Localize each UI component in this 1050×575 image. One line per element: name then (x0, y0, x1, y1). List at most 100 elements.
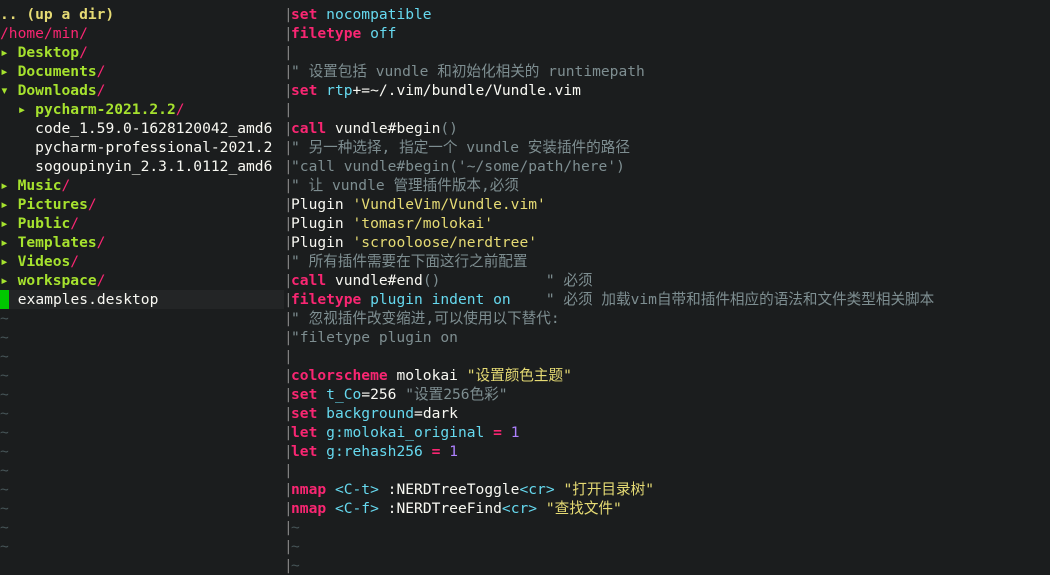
empty-line-marker: ~ (291, 538, 300, 555)
tree-row[interactable]: sogoupinyin_2.3.1.0112_amd6 (0, 157, 284, 176)
tree-row[interactable]: .. (up a dir) (0, 5, 284, 24)
tree-row[interactable]: /home/min/ (0, 24, 284, 43)
directory-slash: / (87, 196, 97, 213)
directory-name[interactable]: pycharm-2021.2.2 (35, 101, 176, 118)
code-line[interactable]: let g:rehash256 = 1 (291, 442, 1050, 461)
separator-char: | (284, 481, 293, 498)
directory-name[interactable]: Desktop (18, 44, 80, 61)
code-line[interactable]: Plugin 'tomasr/molokai' (291, 214, 1050, 233)
tree-row[interactable]: ▸ Public/ (0, 214, 284, 233)
code-line[interactable] (291, 347, 1050, 366)
code-text: Plugin (291, 215, 353, 232)
window-separator[interactable]: | | | | | | | | | | | | | | | | | | | | | | | | | | | | | | (284, 5, 293, 574)
collapsed-arrow-icon[interactable]: ▸ (0, 253, 18, 270)
code-line[interactable]: filetype off (291, 24, 1050, 43)
up-dir-link[interactable]: .. (up a dir) (0, 6, 114, 23)
tree-row[interactable]: ▸ Pictures/ (0, 195, 284, 214)
code-line[interactable] (291, 100, 1050, 119)
code-line[interactable] (291, 43, 1050, 62)
tree-row[interactable]: ▸ Documents/ (0, 62, 284, 81)
directory-name[interactable]: Documents (18, 63, 97, 80)
tree-row[interactable]: code_1.59.0-1628120042_amd6 (0, 119, 284, 138)
nerdtree-panel[interactable]: .. (up a dir)/home/min/▸ Desktop/▸ Docum… (0, 5, 284, 568)
code-line[interactable]: set background=dark (291, 404, 1050, 423)
code-line[interactable]: "filetype plugin on (291, 328, 1050, 347)
keyword: filetype (291, 291, 362, 308)
code-line[interactable]: set rtp+=~/.vim/bundle/Vundle.vim (291, 81, 1050, 100)
empty-line-marker: ~ (0, 328, 284, 347)
code-line[interactable]: filetype plugin indent on " 必须 加载vim自带和插… (291, 290, 1050, 309)
option: g:rehash256 (326, 443, 423, 460)
file-name[interactable]: sogoupinyin_2.3.1.0112_amd6 (35, 158, 272, 175)
separator-char: | (284, 272, 293, 289)
collapsed-arrow-icon[interactable]: ▸ (0, 63, 18, 80)
directory-name[interactable]: Music (18, 177, 62, 194)
key-notation: <cr> (519, 481, 555, 498)
code-line[interactable]: Plugin 'scrooloose/nerdtree' (291, 233, 1050, 252)
tree-row[interactable]: pycharm-professional-2021.2 (0, 138, 284, 157)
empty-line-marker: ~ (0, 480, 284, 499)
file-name[interactable]: code_1.59.0-1628120042_amd6 (35, 120, 272, 137)
keyword: set (291, 386, 318, 403)
file-name[interactable]: examples.desktop (18, 291, 159, 308)
tree-row[interactable]: ▸ Videos/ (0, 252, 284, 271)
tree-row[interactable]: ▸ Music/ (0, 176, 284, 195)
code-line[interactable]: set t_Co=256 "设置256色彩" (291, 385, 1050, 404)
collapsed-arrow-icon[interactable]: ▸ (0, 177, 18, 194)
code-line[interactable]: " 忽视插件改变缩进,可以使用以下替代: (291, 309, 1050, 328)
directory-slash: / (96, 234, 106, 251)
code-line[interactable]: nmap <C-f> :NERDTreeFind<cr> "查找文件" (291, 499, 1050, 518)
code-line[interactable]: nmap <C-t> :NERDTreeToggle<cr> "打开目录树" (291, 480, 1050, 499)
directory-name[interactable]: Videos (18, 253, 71, 270)
vimrc-editor[interactable]: set nocompatible filetype off " 设置包括 vund… (291, 5, 1050, 568)
code-line[interactable]: " 让 vundle 管理插件版本,必须 (291, 176, 1050, 195)
directory-name[interactable]: Public (18, 215, 71, 232)
code-line[interactable]: ~ (291, 556, 1050, 568)
collapsed-arrow-icon[interactable]: ▸ (0, 215, 18, 232)
code-line[interactable]: set nocompatible (291, 5, 1050, 24)
code-line[interactable] (291, 461, 1050, 480)
directory-name[interactable]: workspace (18, 272, 97, 289)
file-name[interactable]: pycharm-professional-2021.2 (35, 139, 272, 156)
tree-row[interactable]: examples.desktop (0, 290, 284, 309)
collapsed-arrow-icon[interactable]: ▸ (0, 196, 18, 213)
tilde: ~ (0, 348, 9, 365)
code-line[interactable]: ~ (291, 537, 1050, 556)
empty-line-marker: ~ (0, 309, 284, 328)
code-line[interactable]: call vundle#end() " 必须 (291, 271, 1050, 290)
tree-row[interactable]: ▸ pycharm-2021.2.2/ (0, 100, 284, 119)
collapsed-arrow-icon[interactable]: ▸ (18, 101, 36, 118)
collapsed-arrow-icon[interactable]: ▸ (0, 234, 18, 251)
keyword: set (291, 405, 318, 422)
directory-slash: / (61, 177, 71, 194)
expanded-arrow-icon[interactable]: ▾ (0, 82, 18, 99)
tree-row[interactable]: ▸ workspace/ (0, 271, 284, 290)
code-line[interactable]: Plugin 'VundleVim/Vundle.vim' (291, 195, 1050, 214)
directory-name[interactable]: Pictures (18, 196, 88, 213)
tree-row[interactable]: ▸ Templates/ (0, 233, 284, 252)
collapsed-arrow-icon[interactable]: ▸ (0, 44, 18, 61)
tree-row[interactable]: ▾ Downloads/ (0, 81, 284, 100)
tree-row[interactable]: ▸ Desktop/ (0, 43, 284, 62)
code-line[interactable]: call vundle#begin() (291, 119, 1050, 138)
tilde: ~ (0, 481, 9, 498)
collapsed-arrow-icon[interactable]: ▸ (0, 272, 18, 289)
directory-name[interactable]: Downloads (18, 82, 97, 99)
directory-name[interactable]: Templates (18, 234, 97, 251)
code-line[interactable]: ~ (291, 518, 1050, 537)
comment: " 必须 加载vim自带和插件相应的语法和文件类型相关脚本 (545, 291, 935, 308)
code-text: =dark (414, 405, 458, 422)
code-line[interactable]: "call vundle#begin('~/some/path/here') (291, 157, 1050, 176)
code-line[interactable]: let g:molokai_original = 1 (291, 423, 1050, 442)
code-line[interactable]: " 另一种选择, 指定一个 vundle 安装插件的路径 (291, 138, 1050, 157)
code-line[interactable]: " 所有插件需要在下面这行之前配置 (291, 252, 1050, 271)
code-line[interactable]: colorscheme molokai "设置颜色主题" (291, 366, 1050, 385)
keyword: nmap (291, 500, 327, 517)
code-line[interactable]: " 设置包括 vundle 和初始化相关的 runtimepath (291, 62, 1050, 81)
